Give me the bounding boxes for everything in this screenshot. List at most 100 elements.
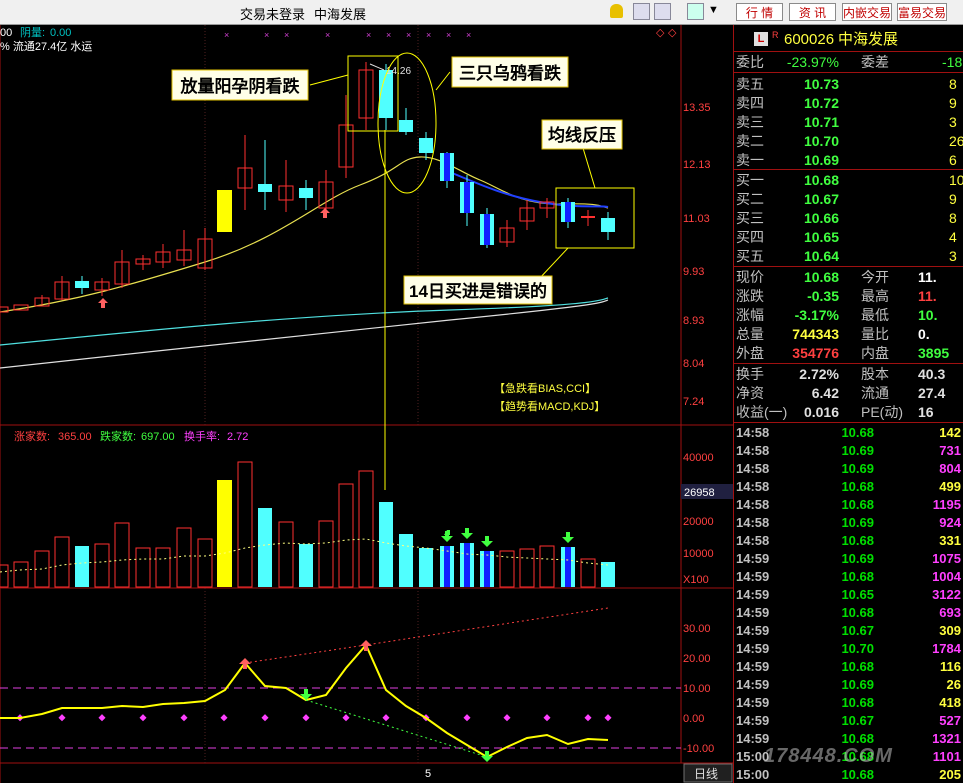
tick-time: 14:59 [736,641,770,656]
bid-row[interactable]: 买四 10.65 4 [734,228,963,246]
bid-label: 买二 [736,191,764,207]
down-arrow-icon [481,536,493,547]
save-icon[interactable] [633,3,650,20]
annotation-label: 放量阳孕阴看跌 [180,76,301,96]
ask-row[interactable]: 卖五 10.73 8 [734,75,963,93]
tick-row[interactable]: 14:59 10.67 309 [734,622,963,640]
volume-bar [0,564,9,588]
indicator-tick: 10.00 [683,683,711,695]
tick-price: 10.68 [841,659,874,674]
tick-price: 10.67 [841,623,874,638]
title-bar: 交易未登录 中海发展 ▼ 行 情 资 讯 内嵌交易 富易交易 [0,0,963,25]
turnover-label: 换手率: [184,429,220,443]
print-icon[interactable] [654,3,671,20]
diamond-icon[interactable]: ◇ [668,27,677,39]
tick-row[interactable]: 14:58 10.68 331 [734,532,963,550]
tick-row[interactable]: 14:58 10.68 499 [734,478,963,496]
ask-row[interactable]: 卖四 10.72 9 [734,94,963,112]
tick-time: 14:58 [736,515,770,530]
tick-row[interactable]: 14:58 10.68 1195 [734,496,963,514]
volume-bar [135,547,151,588]
stat-row[interactable]: 涨跌 -0.35 最高 11. [734,287,963,305]
tick-price: 10.69 [841,515,874,530]
tick-volume: 924 [939,515,961,530]
stat-label: 外盘 [736,345,764,361]
tick-row[interactable]: 14:59 10.68 116 [734,658,963,676]
volume-bar [539,545,555,588]
window-stock-name: 中海发展 [314,7,367,22]
chart-area[interactable]: 00 阴量: 0.00 % 流通27.4亿 水运 ◇ ◇ 13.35 12.13… [0,25,733,783]
tick-row[interactable]: 14:59 10.69 26 [734,676,963,694]
ask-row[interactable]: 卖三 10.71 3 [734,113,963,131]
bid-row[interactable]: 买二 10.67 9 [734,190,963,208]
bid-row[interactable]: 买三 10.66 8 [734,209,963,227]
stat-value: 744343 [792,326,839,342]
tick-row[interactable]: 14:59 10.69 1075 [734,550,963,568]
quote-panel: L R 600026 中海发展 委比 -23.97% 委差 -18 卖五 10.7… [733,25,963,783]
volume-bar-inner [444,546,450,587]
stat-label: 换手 [736,366,764,382]
stat-value-2: 27.4 [918,385,946,401]
hint-macd-kdj: 【趋势看MACD,KDJ】 [494,399,605,413]
stat-row[interactable]: 净资 6.42 流通 27.4 [734,384,963,402]
chevron-down-icon[interactable]: ▼ [708,4,719,16]
tick-volume: 1075 [932,551,961,566]
ask-row[interactable]: 卖一 10.69 6 [734,151,963,169]
tick-row[interactable]: 14:58 10.68 142 [734,424,963,442]
tick-row[interactable]: 14:59 10.68 693 [734,604,963,622]
candle-inner [464,182,470,213]
tick-price: 10.69 [841,461,874,476]
stat-row[interactable]: 总量 744343 量比 0. [734,325,963,343]
tick-time: 14:59 [736,587,770,602]
tick-volume: 331 [939,533,961,548]
period-label[interactable]: 日线 [694,767,718,781]
stat-label-2: 最高 [861,288,889,304]
tick-row[interactable]: 14:58 10.69 924 [734,514,963,532]
volume-bar [237,461,253,588]
tick-row[interactable]: 14:59 10.68 418 [734,694,963,712]
stat-value: 354776 [792,345,839,361]
tick-price: 10.70 [841,641,874,656]
bid-label: 买一 [736,172,764,188]
news-button[interactable]: 资 讯 [789,3,836,21]
ask-label: 卖一 [736,152,764,168]
stat-row[interactable]: 外盘 354776 内盘 3895 [734,344,963,362]
tick-row[interactable]: 15:00 10.68 205 [734,766,963,783]
tick-row[interactable]: 14:58 10.69 804 [734,460,963,478]
quote-button[interactable]: 行 情 [736,3,783,21]
kline-chart[interactable]: 00 阴量: 0.00 % 流通27.4亿 水运 ◇ ◇ 13.35 12.13… [0,25,733,783]
ask-price: 10.72 [803,95,839,111]
stat-value: 0.016 [803,404,839,420]
stat-row[interactable]: 现价 10.68 今开 11. [734,268,963,286]
bid-volume: 8 [949,210,957,226]
stat-row[interactable]: 涨幅 -3.17% 最低 10. [734,306,963,324]
stat-row[interactable]: 收益(一) 0.016 PE(动) 16 [734,403,963,421]
bid-row[interactable]: 买一 10.68 10 [734,171,963,189]
layout-icon[interactable] [687,3,704,20]
embedded-trade-button[interactable]: 内嵌交易 [842,3,892,21]
tick-row[interactable]: 14:58 10.69 731 [734,442,963,460]
fuyi-trade-button[interactable]: 富易交易 [897,3,947,21]
stat-row[interactable]: 换手 2.72% 股本 40.3 [734,365,963,383]
login-status: 交易未登录 [240,7,306,22]
tick-row[interactable]: 14:59 10.68 1004 [734,568,963,586]
volume-bar [197,538,213,588]
tick-row[interactable]: 14:59 10.65 3122 [734,586,963,604]
bid-row[interactable]: 买五 10.64 3 [734,247,963,265]
indicator-tick: 20.00 [683,653,711,665]
svg-text:×: × [366,30,371,40]
tick-row[interactable]: 14:59 10.70 1784 [734,640,963,658]
volume-bar [114,522,130,588]
tick-time: 14:58 [736,443,770,458]
volume-bar [176,527,192,588]
tick-row[interactable]: 14:59 10.67 527 [734,712,963,730]
diamond-icon[interactable]: ◇ [656,27,665,39]
tick-time: 14:59 [736,659,770,674]
ask-row[interactable]: 卖二 10.70 26 [734,132,963,150]
bell-icon[interactable] [610,4,623,18]
tick-price: 10.69 [841,443,874,458]
tick-time: 14:58 [736,425,770,440]
stat-label: 涨幅 [736,307,764,323]
tick-price: 10.67 [841,713,874,728]
volume-tick: 40000 [683,452,714,464]
